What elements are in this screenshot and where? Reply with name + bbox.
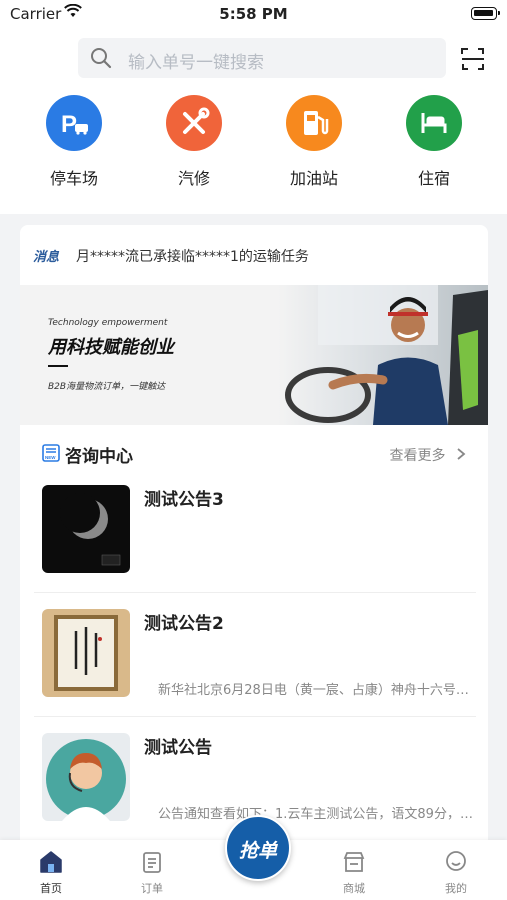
news-item[interactable]: 测试公告3 <box>20 485 488 609</box>
tab-shop[interactable]: 商城 <box>324 850 384 896</box>
quick-link-gas[interactable]: 加油站 <box>264 95 364 189</box>
quick-link-repair[interactable]: 汽修 <box>144 95 244 189</box>
banner-subtitle: B2B海量物流订单，一键触达 <box>48 382 166 392</box>
section-title: 咨询中心 <box>65 447 133 467</box>
notice-bar[interactable]: 消息 月*****流已承接临*****1的运输任务 <box>20 225 488 285</box>
divider <box>34 716 476 717</box>
moon-thumbnail <box>42 485 130 573</box>
notice-text: 月*****流已承接临*****1的运输任务 <box>76 249 309 265</box>
battery-icon <box>471 7 500 20</box>
chevron-right-icon <box>450 448 466 464</box>
promo-banner[interactable]: Technology empowerment 用科技赋能创业 B2B海量物流订单… <box>20 285 488 425</box>
header-area: Carrier 5:58 PM 输入单号一键搜索 P 停车场 汽修 加油站 住宿 <box>0 0 507 214</box>
quick-link-label: 加油站 <box>289 169 338 188</box>
parking-icon: P <box>46 95 102 151</box>
news-item[interactable]: 测试公告2 新华社北京6月28日电（黄一宸、占康）神舟十六号航天员乘组进行出舱活… <box>20 609 488 733</box>
quick-link-hotel[interactable]: 住宿 <box>384 95 484 189</box>
news-title: 测试公告3 <box>144 490 224 510</box>
banner-en-text: Technology empowerment <box>48 318 168 328</box>
svg-text:NEW: NEW <box>45 455 56 460</box>
grab-order-label: 抢单 <box>238 840 277 862</box>
notice-tag: 消息 <box>33 250 60 265</box>
order-icon <box>140 852 164 878</box>
search-icon <box>90 47 112 73</box>
tab-label: 首页 <box>40 882 62 895</box>
banner-divider <box>48 365 68 367</box>
tab-orders[interactable]: 订单 <box>122 850 182 896</box>
scan-icon[interactable] <box>460 46 486 76</box>
quick-link-parking[interactable]: P 停车场 <box>24 95 124 189</box>
news-title: 测试公告 <box>144 738 212 758</box>
shop-icon <box>342 852 366 878</box>
tab-profile[interactable]: 我的 <box>426 850 486 896</box>
clock: 5:58 PM <box>219 5 288 23</box>
news-title: 测试公告2 <box>144 614 224 634</box>
view-more-link[interactable]: 查看更多 <box>390 445 466 465</box>
banner-title: 用科技赋能创业 <box>48 337 174 358</box>
truck-driver-image <box>278 285 488 425</box>
avatar-thumbnail <box>42 733 130 821</box>
home-icon <box>38 851 64 878</box>
repair-tools-icon <box>166 95 222 151</box>
svg-text:P: P <box>61 111 77 138</box>
grab-order-button[interactable]: 抢单 <box>225 815 291 881</box>
tab-home[interactable]: 首页 <box>21 850 81 896</box>
tab-label: 订单 <box>141 882 163 895</box>
profile-icon <box>444 851 468 878</box>
status-bar: Carrier 5:58 PM <box>0 0 507 30</box>
divider <box>34 592 476 593</box>
news-icon: NEW <box>42 444 60 466</box>
quick-link-label: 停车场 <box>49 169 98 188</box>
tab-label: 商城 <box>343 882 365 895</box>
tab-label: 我的 <box>445 882 467 895</box>
news-summary: 新华社北京6月28日电（黄一宸、占康）神舟十六号航天员乘组进行出舱活动 <box>158 683 480 698</box>
view-more-label: 查看更多 <box>389 448 446 464</box>
gas-station-icon <box>286 95 342 151</box>
calligraphy-thumbnail <box>42 609 130 697</box>
bed-icon <box>406 95 462 151</box>
quick-link-label: 汽修 <box>177 169 210 188</box>
quick-link-label: 住宿 <box>417 169 450 188</box>
search-input[interactable]: 输入单号一键搜索 <box>78 38 446 78</box>
consult-center: NEW 咨询中心 查看更多 测试公告3 测试公告2 新华社北京6月28日电（黄一… <box>20 425 488 845</box>
search-placeholder: 输入单号一键搜索 <box>128 53 264 73</box>
news-summary: 公告通知查看如下：1.云车主测试公告，语文89分，数学95分 <box>158 807 480 822</box>
